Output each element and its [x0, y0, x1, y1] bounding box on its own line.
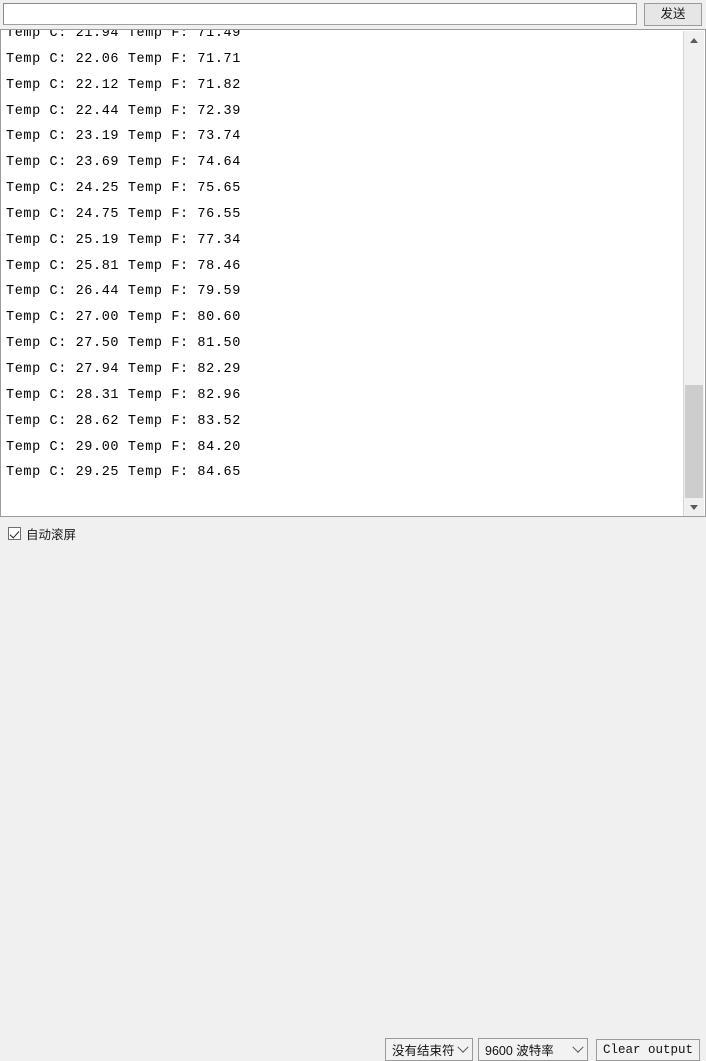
- console-output-area[interactable]: Temp C: 21.94 Temp F: 71.49 Temp C: 22.0…: [0, 29, 706, 517]
- clear-output-button[interactable]: Clear output: [596, 1039, 700, 1061]
- chevron-down-icon: [455, 1041, 472, 1054]
- line-ending-value: 没有结束符: [392, 1044, 455, 1058]
- console-scrollbar[interactable]: [683, 31, 704, 516]
- chevron-down-icon: [569, 1041, 587, 1054]
- send-bar: 发送: [0, 0, 706, 28]
- chevron-down-icon: [690, 505, 698, 510]
- send-button[interactable]: 发送: [644, 3, 702, 26]
- serial-monitor-window: 发送 Temp C: 21.94 Temp F: 71.49 Temp C: 2…: [0, 0, 706, 1061]
- baud-rate-value: 9600 波特率: [485, 1044, 554, 1058]
- autoscroll-label: 自动滚屏: [26, 528, 77, 542]
- scrollbar-track[interactable]: [684, 50, 704, 500]
- scroll-down-button[interactable]: [684, 498, 704, 516]
- baud-rate-select[interactable]: 9600 波特率: [478, 1038, 588, 1061]
- scroll-up-button[interactable]: [684, 31, 704, 50]
- autoscroll-toggle[interactable]: 自动滚屏: [8, 524, 76, 543]
- chevron-up-icon: [690, 38, 698, 43]
- send-input[interactable]: [3, 3, 637, 25]
- line-ending-select[interactable]: 没有结束符: [385, 1038, 473, 1061]
- status-bar: 自动滚屏 没有结束符 9600 波特率 Clear output: [0, 517, 706, 1061]
- autoscroll-checkbox[interactable]: [8, 527, 21, 540]
- scrollbar-thumb[interactable]: [685, 385, 703, 500]
- console-text: Temp C: 21.94 Temp F: 71.49 Temp C: 22.0…: [6, 29, 241, 481]
